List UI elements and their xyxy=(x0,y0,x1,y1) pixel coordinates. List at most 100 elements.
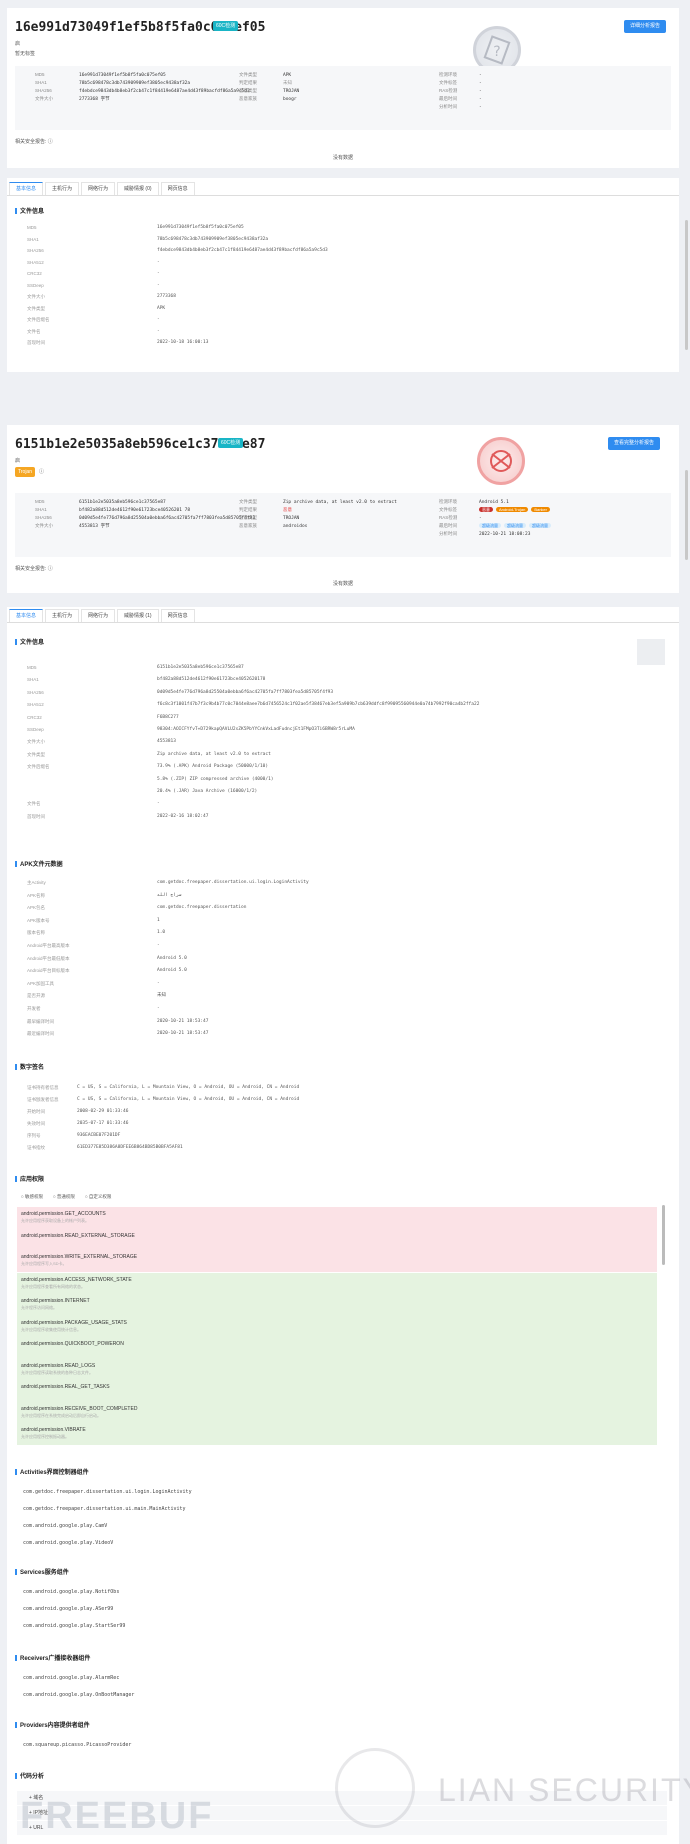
meta-value: boogr xyxy=(283,97,297,102)
meta-row: RAS检测 - xyxy=(439,514,554,522)
report-button[interactable]: 详细分析报告 xyxy=(624,20,667,33)
section-file-info: 文件信息 xyxy=(15,206,44,215)
info-value: 0d09d5e4fe776d796a8d25504a0ebba6f6ac4270… xyxy=(157,689,334,695)
info-key: SHA512 xyxy=(27,259,44,265)
info-row: 5.8% (.ZIP) ZIP compressed archive (4000… xyxy=(27,774,657,786)
file-label-badge[interactable]: 恶意 xyxy=(479,507,493,512)
last-label-badge[interactable]: 超级流量 xyxy=(529,523,551,528)
meta-row: 文件大小 4553813 字节 xyxy=(35,522,255,530)
permission-name: android.permission.QUICKBOOT_POWERON xyxy=(21,1341,124,1347)
info-key: SSDeep xyxy=(27,726,44,732)
info-key: APK包名 xyxy=(27,905,46,911)
tab-1[interactable]: 主机行为 xyxy=(45,609,80,622)
file-label-badge[interactable]: Banker xyxy=(531,507,550,512)
perm-filter-radio[interactable]: ○ 普通权限 xyxy=(53,1194,75,1200)
meta-row: 文件类型 APK xyxy=(239,71,299,79)
info-key: 文件名 xyxy=(27,328,41,334)
report-card-1-detail: 基本信息 主机行为 网络行为 威胁情报 (0) 网页信息 文件信息 MD5 16e991d… xyxy=(7,178,679,372)
meta-key: 文件类型 xyxy=(239,72,257,77)
component-item: com.android.google.play.ASer99 xyxy=(23,1606,114,1612)
tab-1[interactable]: 主机行为 xyxy=(45,182,80,195)
info-value: 1 xyxy=(157,917,160,923)
meta-key: SHA256 xyxy=(35,88,52,93)
perm-filter-radio[interactable]: ○ 自定义权限 xyxy=(85,1194,111,1200)
info-key: 开始时间 xyxy=(27,1109,45,1114)
component-item: com.android.google.play.VideoV xyxy=(23,1540,114,1546)
tab-3[interactable]: 威胁情报 (0) xyxy=(117,182,159,195)
meta-col-3: 检测环境 - 文件标签 - RAS检测 - 最后时间 - 分析时间 - xyxy=(439,71,482,111)
scrollbar-2[interactable] xyxy=(685,470,688,560)
meta-value: 2773368 字节 xyxy=(79,97,110,102)
perm-filter-radio[interactable]: ○ 敏感权限 xyxy=(21,1194,43,1200)
meta-value: Android 5.1 xyxy=(479,500,509,505)
last-label-badge[interactable]: 超级流量 xyxy=(504,523,526,528)
info-row: 证书指纹 61ED377E85D386A8DFEE6B864BD85B0BFA5A… xyxy=(27,1142,657,1154)
last-label-badge[interactable]: 超级流量 xyxy=(479,523,501,528)
meta-value: - xyxy=(479,105,482,110)
permission-desc: 允许应用程序收集使用统计信息。 xyxy=(21,1326,81,1332)
info-value: - xyxy=(157,980,160,986)
info-value: 未知 xyxy=(157,993,166,999)
detection-tag: 60C检测 xyxy=(213,21,239,31)
info-row: 文件后缀名 73.9% (.APK) Android Package (50000… xyxy=(27,761,657,773)
permission-desc: 允许应用程序写入SD卡。 xyxy=(21,1261,67,1266)
info-key: 证书颁发者信息 xyxy=(27,1097,59,1102)
info-key xyxy=(27,774,157,786)
tab-0[interactable]: 基本信息 xyxy=(9,182,44,195)
component-item: com.android.google.play.AlarmRec xyxy=(23,1675,120,1681)
meta-panel: MD5 6151b1e2e5035a8eb596ce1c37565e87 SHA1 b… xyxy=(15,493,671,557)
info-value: - xyxy=(157,317,160,322)
info-row: 首现时间 2022-02-16 18:02:47 xyxy=(27,811,657,823)
info-value: 2022-02-16 18:02:47 xyxy=(157,813,209,819)
info-value: - xyxy=(157,259,160,265)
file-label-badge[interactable]: Android-Trojan xyxy=(496,507,529,512)
info-value: 2008-02-29 01:33:46 xyxy=(77,1109,129,1114)
section-cert: 数字签名 xyxy=(15,1062,44,1071)
tab-3[interactable]: 威胁情报 (1) xyxy=(117,609,159,622)
info-key: 版本名称 xyxy=(27,930,45,936)
file-info-rows: MD5 6151b1e2e5035a8eb596ce1c37565e87 SHA1 b… xyxy=(27,662,657,823)
tab-4[interactable]: 网页信息 xyxy=(160,182,195,195)
permission-name: android.permission.INTERNET xyxy=(21,1298,90,1304)
tab-2[interactable]: 网络行为 xyxy=(81,182,116,195)
info-value: 5.8% (.ZIP) ZIP compressed archive (4000… xyxy=(157,776,274,782)
tab-0[interactable]: 基本信息 xyxy=(9,609,44,622)
section-code: 代码分析 xyxy=(15,1771,44,1780)
no-data: 没有数据 xyxy=(332,155,353,161)
permission-name: android.permission.ACCESS_NETWORK_STATE xyxy=(21,1276,132,1283)
meta-key: 文件标签 xyxy=(439,80,457,85)
info-value: C = US, S = California, L = Mountain Vie… xyxy=(77,1097,300,1102)
info-row: 主Activity com.getdoc.freepaper.dissertati… xyxy=(27,877,657,890)
tab-bar: 基本信息 主机行为 网络行为 威胁情报 (0) 网页信息 xyxy=(7,182,679,196)
scrollbar-1[interactable] xyxy=(685,220,688,350)
info-key: MD5 xyxy=(27,225,37,230)
perm-filters: ○ 敏感权限 ○ 普通权限 ○ 自定义权限 xyxy=(21,1194,111,1200)
help-icon: ⓘ xyxy=(39,469,45,475)
meta-key: 恶意类型 xyxy=(239,515,257,520)
info-value: f4ebdce9843db4b8eb3f2cb47c1f84419e6487ae… xyxy=(157,248,328,253)
meta-row: 恶意家族 boogr xyxy=(239,95,299,103)
info-value: bf482a88d512de4612f90e61723bce4052620178 xyxy=(157,677,266,683)
info-key: Android平台最高版本 xyxy=(27,942,70,948)
meta-key: 恶意家族 xyxy=(239,523,257,528)
freebuf-watermark: FREEBUF xyxy=(20,1795,214,1837)
meta-row: 检测环境 - xyxy=(439,71,482,79)
meta-col-3: 检测环境 Android 5.1 文件标签 恶意 Android-Trojan Banke… xyxy=(439,498,554,538)
cert-rows: 证书持有者信息 C = US, S = California, L = Mount… xyxy=(27,1082,657,1154)
scrollbar-perm[interactable] xyxy=(662,1205,665,1265)
info-key: 序列号 xyxy=(27,1133,41,1138)
tab-4[interactable]: 网页信息 xyxy=(160,609,195,622)
meta-col-2: 文件类型 Zip archive data, at least v2.0 to e… xyxy=(239,498,397,530)
meta-value: TROJAN xyxy=(283,516,300,521)
stamp-malicious-icon xyxy=(477,437,525,485)
meta-row: SHA256 0d09d5e4fe776d796a8d25504a0ebba6f6… xyxy=(35,514,255,522)
report-button[interactable]: 查看完整分析报告 xyxy=(608,437,661,450)
meta-row: MD5 16e991d73049f1ef5b8f5fa0c075ef05 xyxy=(35,71,250,79)
component-item: com.android.google.play.NotifObs xyxy=(23,1589,120,1595)
tab-2[interactable]: 网络行为 xyxy=(81,609,116,622)
info-row: Android平台最高版本 - xyxy=(27,940,657,953)
meta-key: 文件标签 xyxy=(439,507,457,512)
permission-item: android.permission.READ_EXTERNAL_STORAGE xyxy=(17,1228,657,1250)
info-value: 2020-10-21 18:53:47 xyxy=(157,1031,209,1037)
info-value: 61ED377E85D386A8DFEE6B864BD85B0BFA5AF81 xyxy=(77,1145,183,1150)
